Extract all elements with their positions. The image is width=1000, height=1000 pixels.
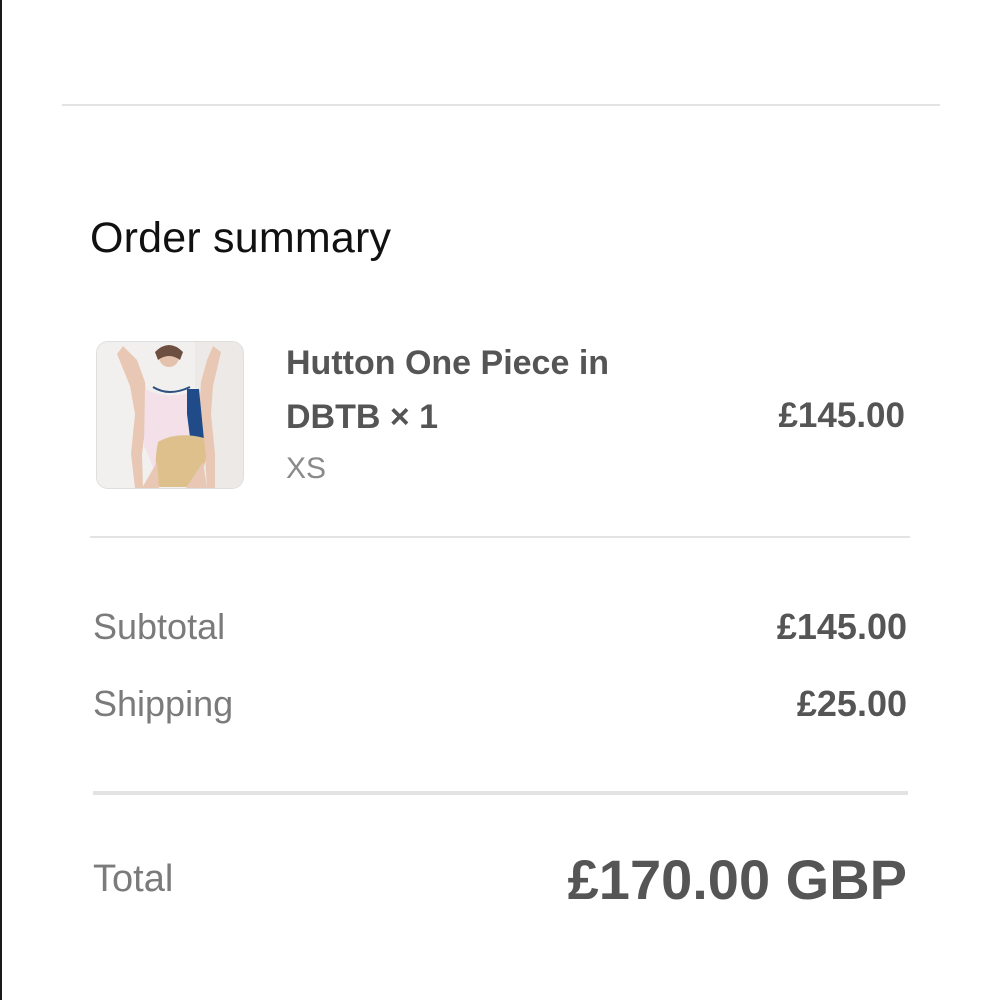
subtotal-value: £145.00 [776,606,907,647]
shipping-label: Shipping [93,683,234,724]
product-thumbnail [96,341,244,489]
items-divider [90,536,910,538]
total-value: £170.00 GBP [567,848,907,911]
top-divider [62,104,940,106]
order-summary-title: Order summary [90,214,392,262]
shipping-value: £25.00 [796,683,907,724]
product-variant: XS [286,452,327,485]
total-label: Total [93,858,174,900]
left-border [0,0,2,1000]
product-photo-icon [97,342,243,488]
subtotal-label: Subtotal [93,606,226,647]
product-price: £145.00 [778,396,905,435]
product-name: Hutton One Piece in DBTB × 1 [286,344,610,436]
totals-divider [93,791,908,795]
